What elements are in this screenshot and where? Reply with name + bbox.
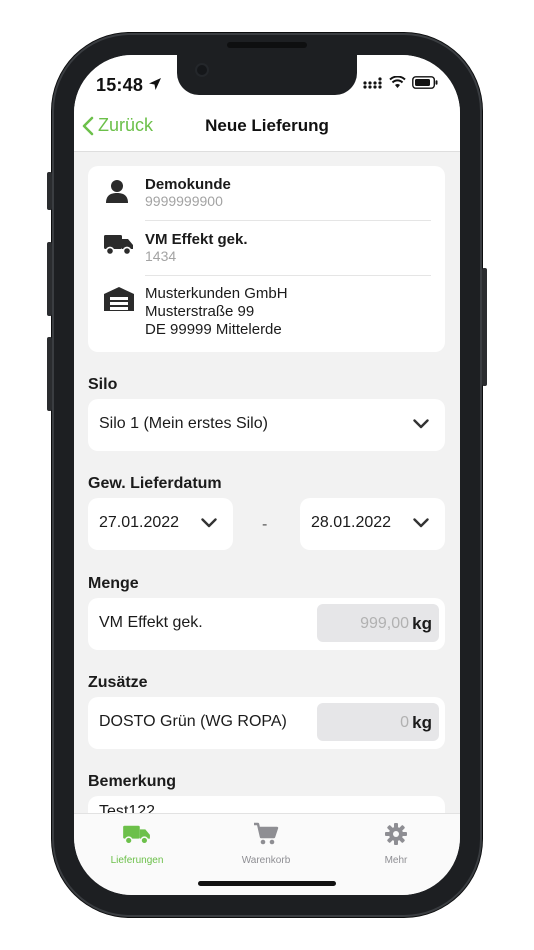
gear-icon [385,823,407,845]
delivery-date-label: Gew. Lieferdatum [88,475,222,492]
address-street: Musterstraße 99 [145,303,255,320]
navigation-bar: Zurück Neue Lieferung [74,103,460,152]
speaker-grille [227,42,307,48]
status-time: 15:48 [96,75,144,95]
remark-field[interactable]: Test122 [88,796,445,813]
address-company: Musterkunden GmbH [145,285,288,302]
silo-label: Silo [88,376,118,393]
vehicle-row[interactable]: VM Effekt gek. 1434 [88,221,445,275]
address-row[interactable]: Musterkunden GmbH Musterstraße 99 DE 999… [88,276,445,352]
additive-quantity-value: 0 [400,714,409,731]
quantity-unit: kg [412,614,432,633]
tab-cart-label: Warenkorb [241,855,291,866]
quantity-row: VM Effekt gek. 999,00 kg [88,598,445,650]
home-indicator[interactable] [198,881,336,886]
date-to-select[interactable]: 28.01.2022 [300,498,445,550]
warehouse-icon [104,287,134,311]
status-icons [363,76,438,89]
date-from-value: 27.01.2022 [99,514,180,531]
page-title: Neue Lieferung [205,116,329,135]
volume-down-button [47,337,52,411]
signal-icon [363,76,382,89]
quantity-value: 999,00 [360,615,409,632]
quantity-product: VM Effekt gek. [99,614,203,631]
silo-select[interactable]: Silo 1 (Mein erstes Silo) [88,399,445,451]
date-from-select[interactable]: 27.01.2022 [88,498,233,550]
chevron-down-icon [201,518,217,528]
truck-icon [104,235,133,256]
customer-name: Demokunde [145,176,231,193]
tab-more-label: Mehr [384,855,408,866]
quantity-input[interactable]: 999,00 kg [317,604,439,642]
remark-value: Test122 [99,803,156,813]
wifi-icon [389,76,406,88]
tab-deliveries[interactable]: Lieferungen [77,822,197,866]
address-city: DE 99999 Mittelerde [145,321,282,338]
tab-more[interactable]: Mehr [336,822,456,866]
additive-quantity-unit: kg [412,713,432,732]
location-arrow-icon [149,78,161,90]
chevron-down-icon [413,518,429,528]
tab-cart[interactable]: Warenkorb [206,822,326,866]
form-scroll-area[interactable]: Demokunde 9999999900 VM Effekt gek. 1434 [74,152,460,813]
tab-deliveries-label: Lieferungen [110,855,164,866]
order-info-card: Demokunde 9999999900 VM Effekt gek. 1434 [88,166,445,352]
vehicle-name: VM Effekt gek. [145,231,248,248]
chevron-down-icon [413,419,429,429]
volume-up-button [47,242,52,316]
customer-number: 9999999900 [145,193,223,209]
screen: 15:48 Zurück Neue Lieferung Demokunde 99… [74,55,460,895]
mute-switch [47,172,52,210]
quantity-label: Menge [88,575,139,592]
truck-icon [123,825,150,845]
additive-quantity-input[interactable]: 0 kg [317,703,439,741]
silo-value: Silo 1 (Mein erstes Silo) [99,415,268,432]
date-to-value: 28.01.2022 [311,514,392,531]
battery-icon [412,76,438,89]
customer-row[interactable]: Demokunde 9999999900 [88,166,445,220]
additive-row: DOSTO Grün (WG ROPA) 0 kg [88,697,445,749]
notch [177,55,357,95]
front-camera [197,65,207,75]
additive-product: DOSTO Grün (WG ROPA) [99,713,287,730]
vehicle-number: 1434 [145,248,177,264]
cart-icon [254,822,279,845]
remark-label: Bemerkung [88,773,177,790]
additives-label: Zusätze [88,674,148,691]
person-icon [106,180,128,203]
power-button [482,268,487,386]
date-separator: - [262,516,268,533]
